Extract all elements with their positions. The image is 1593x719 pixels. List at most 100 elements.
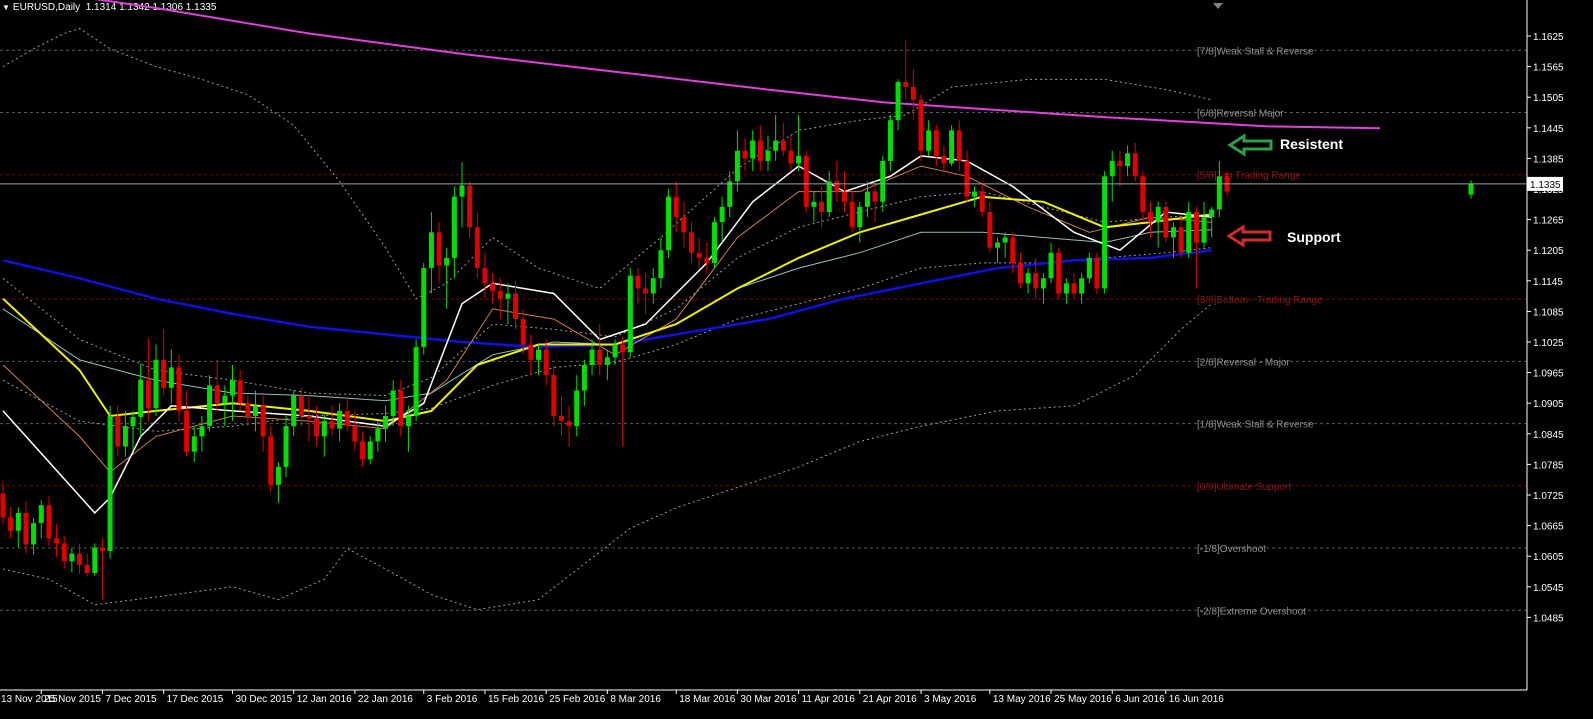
candle-body: [474, 227, 480, 269]
candle-body: [574, 390, 580, 427]
candle-body: [842, 191, 847, 202]
candle: [260, 395, 266, 452]
envelope-upper-line: [2, 27, 1212, 300]
candle-body: [444, 257, 450, 266]
candle-body: [811, 201, 817, 207]
candle-body: [1079, 278, 1085, 294]
support-label: Support: [1287, 229, 1341, 245]
candle: [1125, 145, 1131, 177]
candle-body: [704, 257, 710, 263]
candle-body: [773, 140, 779, 151]
candle-body: [1094, 257, 1100, 289]
candle: [15, 507, 21, 548]
candle-body: [750, 140, 756, 159]
candle: [734, 130, 740, 192]
candle-body: [987, 211, 993, 248]
candle-body: [321, 421, 327, 437]
candle: [650, 268, 656, 304]
candle: [849, 191, 855, 233]
candle: [145, 338, 151, 422]
price-chart[interactable]: [7/8]Weak Stall & Reverse [6/8]Reversal M…: [0, 0, 1593, 719]
candle: [482, 252, 488, 299]
candle-body: [405, 415, 411, 427]
left-arrow-icon: [1227, 133, 1273, 157]
candle-body: [245, 403, 251, 416]
candle-body: [191, 436, 197, 452]
candle: [566, 405, 572, 447]
candle-body: [650, 278, 656, 294]
candle-body: [283, 426, 289, 467]
candle: [1063, 278, 1069, 304]
candle: [1140, 171, 1146, 223]
candle-body: [398, 390, 404, 427]
candle-body: [199, 426, 205, 437]
candle: [360, 431, 366, 467]
candle: [627, 268, 633, 358]
candle: [964, 150, 970, 202]
current-price-label: 1.1335: [1530, 180, 1561, 191]
candle-body: [252, 405, 258, 416]
candle: [620, 336, 626, 447]
candle: [788, 135, 794, 172]
candle: [230, 364, 235, 422]
candle: [581, 359, 587, 406]
candle-body: [176, 367, 182, 411]
candle-body: [153, 359, 159, 409]
price-tick-label: 1.0485: [1533, 613, 1564, 624]
ma-yellow-line: [2, 195, 1212, 423]
candle-body: [1201, 217, 1207, 243]
candle: [972, 186, 978, 207]
price-tick-label: 1.0545: [1533, 583, 1564, 594]
time-tick-label: 30 Mar 2016: [740, 694, 797, 705]
candle-body: [207, 385, 213, 427]
candle: [84, 553, 90, 577]
candle-body: [826, 181, 832, 212]
candle: [383, 405, 388, 442]
candle: [329, 405, 335, 437]
candle-body: [298, 395, 304, 416]
murrey-level-label: [0/8]Ultimate Support: [1197, 482, 1291, 493]
candle-body: [788, 150, 794, 164]
price-tick-label: 1.1565: [1533, 63, 1564, 74]
candle-body: [1010, 237, 1016, 263]
candle-body: [291, 395, 297, 427]
candle-body: [421, 268, 427, 348]
candle-body: [734, 150, 740, 182]
candle-body: [757, 140, 763, 161]
candle-body: [918, 99, 924, 151]
candle: [176, 354, 182, 422]
candle-body: [390, 390, 396, 416]
candle: [344, 395, 350, 432]
time-tick-label: 30 Dec 2015: [236, 694, 293, 705]
candle-body: [46, 505, 52, 539]
candle-body: [796, 155, 802, 164]
time-tick-label: 16 Jun 2016: [1169, 694, 1224, 705]
candle: [757, 125, 763, 172]
candle-body: [658, 250, 664, 279]
candle-body: [0, 493, 6, 518]
murrey-level-label: [5/8]Top Trading Range: [1197, 171, 1301, 182]
price-axis: 1.16251.15651.15051.14451.13851.13251.12…: [0, 0, 1564, 691]
candle: [38, 500, 44, 539]
price-tick-label: 1.1385: [1533, 154, 1564, 165]
candle: [275, 461, 281, 503]
candle: [604, 349, 610, 381]
candle-body: [581, 364, 587, 391]
murrey-level-label: [-1/8]Overshoot: [1197, 544, 1266, 555]
time-tick-label: 11 Apr 2016: [802, 694, 856, 705]
price-tick-label: 1.1625: [1533, 32, 1564, 43]
candle: [696, 237, 702, 269]
candle: [979, 181, 985, 218]
candle: [803, 150, 809, 212]
candle-body: [367, 441, 373, 460]
candle-body: [92, 547, 98, 574]
candle: [1025, 268, 1031, 294]
candle: [138, 363, 144, 437]
time-tick-label: 3 May 2016: [924, 694, 977, 705]
candle: [1094, 252, 1100, 294]
candle-body: [689, 232, 694, 253]
candle: [811, 191, 817, 223]
candle: [673, 181, 679, 233]
chart-shift-marker-icon[interactable]: [1213, 3, 1223, 9]
candle-body: [1163, 206, 1169, 238]
